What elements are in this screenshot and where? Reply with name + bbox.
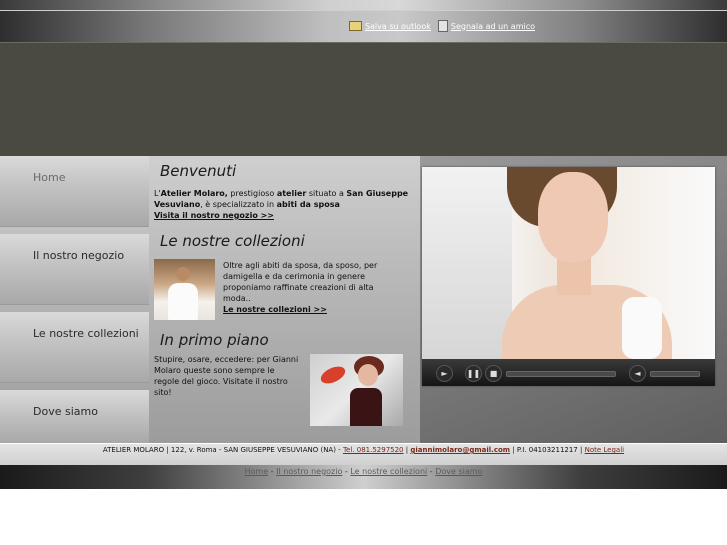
collections-link[interactable]: Le nostre collezioni >> <box>223 305 327 314</box>
footer-nav-negozio[interactable]: Il nostro negozio <box>276 467 342 476</box>
nav-item-label: Home <box>33 171 66 184</box>
footer-bar: ATELIER MOLARO | 122, v. Roma - SAN GIUS… <box>0 443 727 466</box>
footer-nav-home[interactable]: Home <box>245 467 269 476</box>
footer-address: ATELIER MOLARO | 122, v. Roma - SAN GIUS… <box>102 446 341 454</box>
lace-dress <box>622 297 662 359</box>
footer-nav-links: Home - Il nostro negozio - Le nostre col… <box>244 467 483 476</box>
collections-text: Oltre agli abiti da sposa, da sposo, per… <box>223 261 378 303</box>
footer-vat: | P.I. 04103211217 | <box>512 446 583 454</box>
top-links: Salva su outlook Segnala ad un amico <box>348 20 535 32</box>
welcome-text: L'Atelier Molaro, prestigioso atelier si… <box>154 188 416 221</box>
nav-item-label: Il nostro negozio <box>33 249 125 262</box>
welcome-text-part: prestigioso <box>227 189 277 198</box>
save-outlook-link[interactable]: Salva su outlook <box>348 21 431 31</box>
model-head <box>176 267 190 281</box>
collections-text-block: Oltre agli abiti da sposa, da sposo, per… <box>223 260 403 315</box>
model-face <box>358 364 378 386</box>
spotlight-thumbnail[interactable] <box>310 354 403 426</box>
footer-nav-dove-siamo[interactable]: Dove siamo <box>435 467 482 476</box>
header-banner <box>0 42 727 157</box>
nav-item-home[interactable]: Home <box>0 156 149 227</box>
atelier-word: atelier <box>276 189 307 198</box>
stop-icon[interactable]: ■ <box>485 365 502 382</box>
nav-item-collezioni[interactable]: Le nostre collezioni <box>0 312 149 383</box>
footer-nav-collezioni[interactable]: Le nostre collezioni <box>350 467 427 476</box>
sidebar-nav: Home Il nostro negozio Le nostre collezi… <box>0 156 149 444</box>
nav-item-label: Dove siamo <box>33 405 98 418</box>
content-column: Benvenuti L'Atelier Molaro, prestigioso … <box>150 156 420 443</box>
brand-name: Atelier Molaro, <box>160 189 228 198</box>
nav-item-dove-siamo[interactable]: Dove siamo <box>0 390 149 444</box>
spotlight-text: Stupire, osare, eccedere: per Gianni Mol… <box>154 355 299 397</box>
model-body <box>350 388 382 426</box>
welcome-text-part: , è specializzato in <box>200 200 277 209</box>
specialty: abiti da sposa <box>276 200 340 209</box>
spotlight-title: In primo piano <box>160 331 269 349</box>
bride-photo <box>422 167 715 359</box>
veil <box>422 167 512 359</box>
footer-separator: | <box>405 446 409 454</box>
pause-icon[interactable]: ❚❚ <box>465 365 482 382</box>
footer-legal-link[interactable]: Note Legali <box>585 446 625 454</box>
collections-thumbnail[interactable] <box>154 259 215 320</box>
footer-phone-link[interactable]: Tel. 081.5297520 <box>343 446 404 454</box>
footer-email-link[interactable]: giannimolaro@gmail.com <box>410 446 510 454</box>
tell-friend-label: Segnala ad un amico <box>450 21 535 31</box>
footer-nav: Home - Il nostro negozio - Le nostre col… <box>0 465 727 489</box>
welcome-text-part: L' <box>154 189 161 198</box>
volume-icon[interactable]: ◄ <box>629 365 646 382</box>
next-icon[interactable]: ► <box>436 365 453 382</box>
friend-icon <box>437 20 448 32</box>
video-player: ► ❚❚ ■ ◄ <box>422 167 715 386</box>
tell-friend-link[interactable]: Segnala ad un amico <box>437 20 535 32</box>
footer-text: ATELIER MOLARO | 122, v. Roma - SAN GIUS… <box>0 446 727 454</box>
welcome-text-part: situato a <box>306 189 347 198</box>
flower-bouquet <box>318 363 348 387</box>
player-controls: ► ❚❚ ■ ◄ <box>422 359 715 386</box>
bride-face <box>538 172 608 262</box>
volume-slider[interactable] <box>650 371 700 377</box>
mail-icon <box>348 21 362 31</box>
top-bar: Salva su outlook Segnala ad un amico <box>0 0 727 42</box>
visit-shop-link[interactable]: Visita il nostro negozio >> <box>154 211 274 220</box>
save-outlook-label: Salva su outlook <box>364 21 431 31</box>
model-dress <box>168 283 198 320</box>
nav-item-negozio[interactable]: Il nostro negozio <box>0 234 149 305</box>
progress-bar[interactable] <box>506 371 616 377</box>
collections-title: Le nostre collezioni <box>160 232 305 250</box>
nav-item-label: Le nostre collezioni <box>33 327 139 340</box>
welcome-title: Benvenuti <box>160 162 237 180</box>
